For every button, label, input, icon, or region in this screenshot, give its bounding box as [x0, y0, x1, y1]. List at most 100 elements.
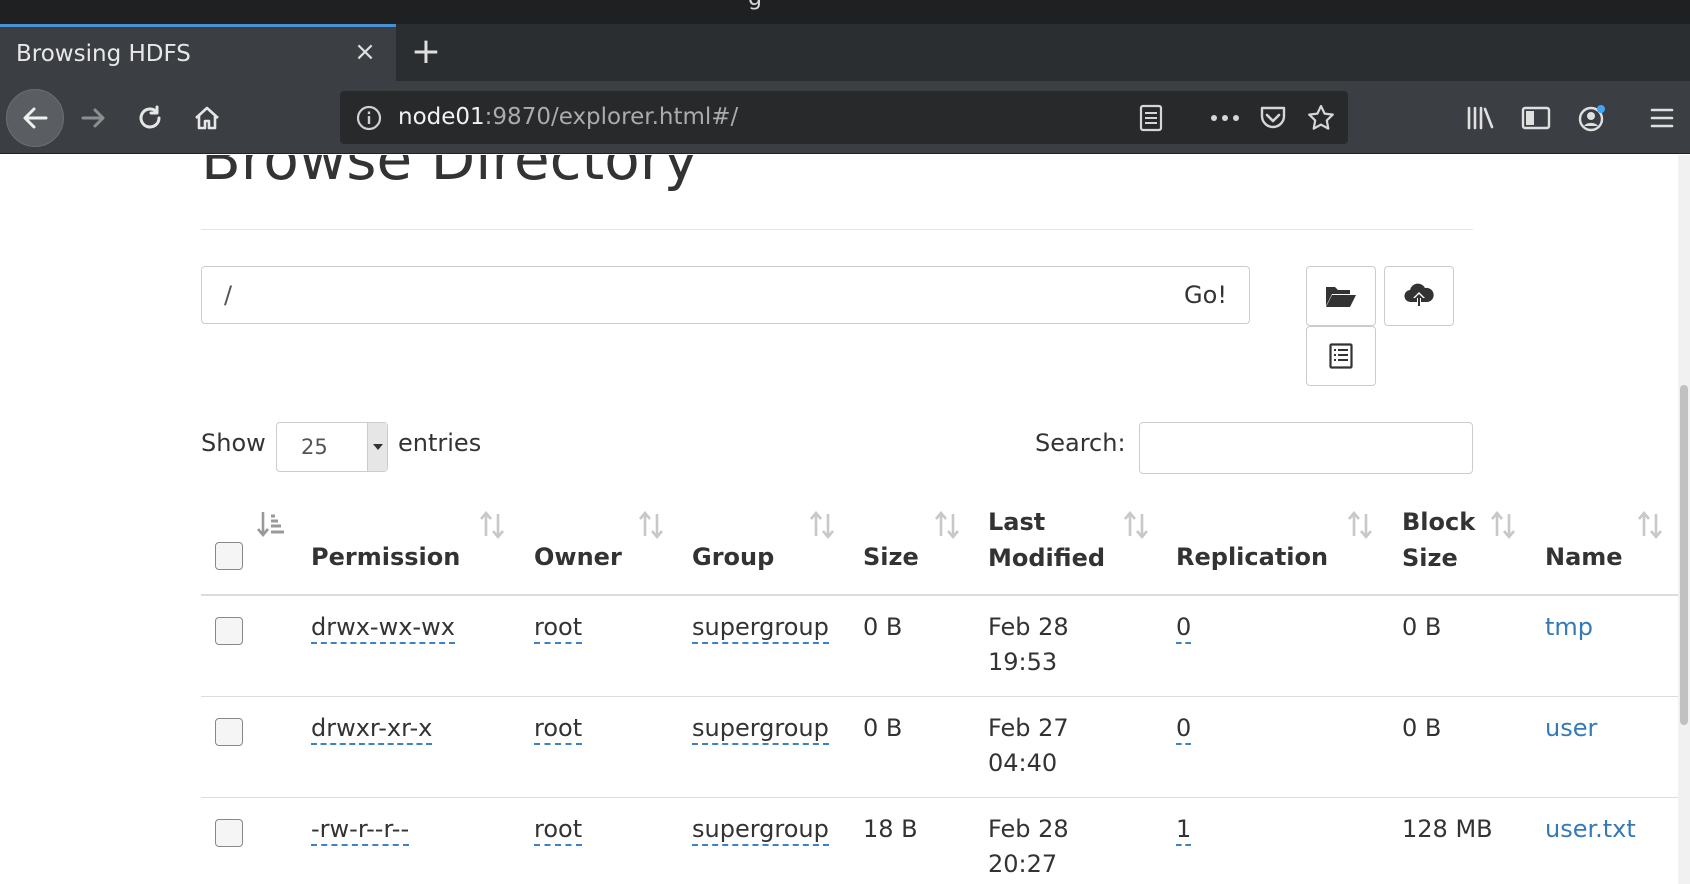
go-button[interactable]: Go! [1162, 266, 1250, 324]
sort-both-icon[interactable] [1636, 510, 1664, 540]
size-cell: 18 B [863, 815, 918, 843]
block-size-cell: 128 MB [1402, 815, 1493, 843]
entries-per-page-select[interactable]: 25 [276, 422, 388, 472]
row-divider [201, 696, 1678, 697]
page-scrollbar[interactable] [1678, 155, 1690, 884]
permission-cell[interactable]: -rw-r--r-- [311, 815, 410, 846]
entries-label: entries [398, 429, 482, 457]
name-link[interactable]: user.txt [1545, 812, 1636, 847]
list-icon [1329, 343, 1353, 369]
last-modified-cell: Feb 28 20:27 [988, 812, 1069, 882]
last-modified-time: 04:40 [988, 749, 1058, 777]
sort-ascending-icon[interactable] [256, 510, 284, 540]
reader-view-icon[interactable] [1136, 104, 1166, 132]
replication-cell[interactable]: 0 [1176, 613, 1192, 644]
account-button[interactable] [1574, 81, 1610, 154]
sort-both-icon[interactable] [1489, 510, 1517, 540]
url-text[interactable]: node01:9870/explorer.html#/ [398, 104, 738, 130]
header-permission[interactable]: Permission [311, 539, 460, 575]
new-tab-icon[interactable]: + [408, 32, 444, 72]
select-all-checkbox[interactable] [215, 542, 243, 570]
info-icon[interactable] [356, 105, 382, 131]
header-block-size-line2: Size [1402, 544, 1458, 572]
header-name[interactable]: Name [1545, 539, 1623, 575]
block-size-cell: 0 B [1402, 714, 1442, 742]
name-link[interactable]: tmp [1545, 610, 1593, 645]
header-block-size[interactable]: Block Size [1402, 504, 1475, 576]
sort-both-icon[interactable] [478, 510, 506, 540]
sort-both-icon[interactable] [1346, 510, 1374, 540]
path-input[interactable]: / [201, 266, 1163, 324]
replication-cell[interactable]: 0 [1176, 714, 1192, 745]
menu-button[interactable] [1644, 81, 1680, 154]
cut-paste-button[interactable] [1306, 326, 1376, 386]
group-cell[interactable]: supergroup [692, 815, 829, 846]
more-actions-icon[interactable] [1210, 104, 1240, 132]
navigation-toolbar: node01:9870/explorer.html#/ [0, 81, 1690, 154]
bookmark-star-icon[interactable] [1306, 104, 1336, 132]
url-path: :9870/explorer.html#/ [484, 104, 739, 130]
owner-cell[interactable]: root [534, 714, 583, 745]
header-last-modified-line2: Modified [988, 544, 1106, 572]
header-last-modified[interactable]: Last Modified [988, 504, 1105, 576]
sort-both-icon[interactable] [1122, 510, 1150, 540]
size-cell: 0 B [863, 613, 903, 641]
close-tab-icon[interactable]: × [352, 39, 378, 65]
upload-button[interactable] [1384, 266, 1454, 326]
last-modified-date: Feb 28 [988, 613, 1069, 641]
forward-button[interactable] [74, 81, 114, 154]
last-modified-cell: Feb 27 04:40 [988, 711, 1069, 781]
hamburger-menu-icon [1650, 108, 1674, 127]
home-icon [195, 106, 219, 129]
owner-cell[interactable]: root [534, 815, 583, 846]
permission-cell[interactable]: drwx-wx-wx [311, 613, 455, 644]
url-host: node01 [398, 104, 485, 130]
table-header-divider [201, 594, 1678, 596]
page-title: Browse Directory [201, 155, 698, 193]
last-modified-time: 19:53 [988, 648, 1058, 676]
header-owner[interactable]: Owner [534, 539, 622, 575]
row-checkbox[interactable] [215, 819, 243, 847]
reload-button[interactable] [130, 81, 170, 154]
size-cell: 0 B [863, 714, 903, 742]
permission-cell[interactable]: drwxr-xr-x [311, 714, 433, 745]
pocket-icon[interactable] [1258, 104, 1288, 132]
group-cell[interactable]: supergroup [692, 714, 829, 745]
window-title-fragment: g [748, 0, 762, 11]
name-link[interactable]: user [1545, 711, 1597, 746]
library-icon [1467, 106, 1494, 129]
url-bar[interactable]: node01:9870/explorer.html#/ [340, 91, 1348, 144]
library-button[interactable] [1462, 81, 1498, 154]
reload-icon [139, 105, 161, 128]
group-cell[interactable]: supergroup [692, 613, 829, 644]
search-input[interactable] [1139, 422, 1473, 474]
row-checkbox[interactable] [215, 718, 243, 746]
window-titlebar: g [0, 0, 1690, 24]
last-modified-time: 20:27 [988, 850, 1058, 878]
cloud-upload-icon [1404, 283, 1434, 306]
sort-both-icon[interactable] [808, 510, 836, 540]
tab-strip: Browsing HDFS × + [0, 24, 1690, 81]
header-replication[interactable]: Replication [1176, 539, 1328, 575]
header-size[interactable]: Size [863, 539, 919, 575]
header-group[interactable]: Group [692, 539, 774, 575]
back-button[interactable] [6, 89, 64, 147]
home-button[interactable] [186, 81, 228, 154]
sidebar-button[interactable] [1518, 81, 1554, 154]
back-arrow-icon [23, 107, 48, 129]
sort-both-icon[interactable] [933, 510, 961, 540]
chevron-down-icon [367, 423, 387, 471]
header-block-size-line1: Block [1402, 508, 1476, 536]
tab-browsing-hdfs[interactable]: Browsing HDFS × [0, 24, 396, 81]
show-label: Show [201, 429, 266, 457]
replication-cell[interactable]: 1 [1176, 815, 1192, 846]
entries-select-value: 25 [301, 435, 328, 459]
sidebar-icon [1521, 106, 1551, 129]
heading-divider [201, 229, 1473, 230]
create-directory-button[interactable] [1306, 266, 1376, 326]
row-checkbox[interactable] [215, 617, 243, 645]
owner-cell[interactable]: root [534, 613, 583, 644]
sort-both-icon[interactable] [637, 510, 665, 540]
scrollbar-thumb[interactable] [1680, 385, 1688, 725]
forward-arrow-icon [81, 108, 105, 127]
